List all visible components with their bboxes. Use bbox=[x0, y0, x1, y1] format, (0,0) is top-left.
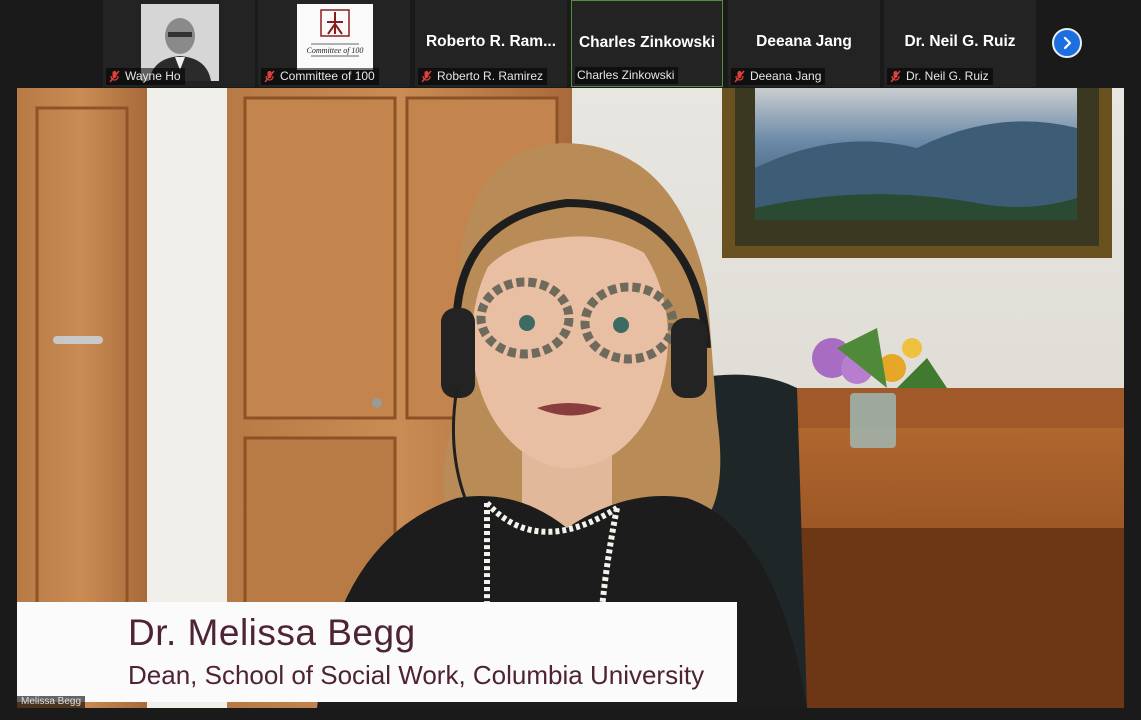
participant-display-name: Dr. Neil G. Ruiz bbox=[904, 33, 1016, 50]
speaker-name-tag: Melissa Begg bbox=[17, 696, 86, 708]
next-page-button[interactable] bbox=[1052, 28, 1082, 58]
lower-third-caption: Dr. Melissa Begg Dean, School of Social … bbox=[17, 602, 737, 702]
participant-display-name: Charles Zinkowski bbox=[578, 34, 716, 51]
microphone-muted-icon bbox=[420, 70, 433, 83]
participant-display-name: Roberto R. Ram... bbox=[425, 33, 557, 50]
participant-name-tag: Committee of 100 bbox=[261, 68, 379, 85]
participant-name-tag: Roberto R. Ramirez bbox=[418, 68, 548, 85]
participant-name: Dr. Neil G. Ruiz bbox=[906, 69, 989, 83]
participant-tile-neil-ruiz[interactable]: Dr. Neil G. Ruiz Dr. Neil G. Ruiz bbox=[884, 0, 1036, 87]
microphone-muted-icon bbox=[889, 70, 902, 83]
participant-strip: Wayne Ho Committee of 100 Committee of 1… bbox=[0, 0, 1141, 88]
participant-tile-committee-of-100[interactable]: Committee of 100 Committee of 100 bbox=[258, 0, 410, 87]
participant-name: Roberto R. Ramirez bbox=[437, 69, 544, 83]
participant-name: Committee of 100 bbox=[280, 69, 375, 83]
participant-name: Deeana Jang bbox=[750, 69, 822, 83]
microphone-muted-icon bbox=[263, 70, 276, 83]
participant-display-name: Deeana Jang bbox=[756, 33, 852, 50]
participant-name-tag: Wayne Ho bbox=[106, 68, 185, 85]
speaker-name: Dr. Melissa Begg bbox=[128, 612, 416, 653]
participant-tile-charles-zinkowski[interactable]: Charles Zinkowski Charles Zinkowski bbox=[571, 0, 723, 87]
svg-text:Committee of 100: Committee of 100 bbox=[307, 46, 364, 55]
participant-name-tag: Charles Zinkowski bbox=[575, 67, 679, 84]
participant-name: Wayne Ho bbox=[125, 69, 181, 83]
participant-name-tag: Dr. Neil G. Ruiz bbox=[887, 68, 993, 85]
microphone-muted-icon bbox=[733, 70, 746, 83]
participant-name-tag: Deeana Jang bbox=[731, 68, 826, 85]
committee-of-100-logo: Committee of 100 bbox=[297, 4, 373, 70]
speaker-video: Dr. Melissa Begg Dean, School of Social … bbox=[17, 88, 1124, 708]
participant-tile-roberto-ramirez[interactable]: Roberto R. Ram... Roberto R. Ramirez bbox=[415, 0, 567, 87]
microphone-muted-icon bbox=[108, 70, 121, 83]
chevron-right-icon bbox=[1063, 36, 1072, 50]
speaker-title: Dean, School of Social Work, Columbia Un… bbox=[128, 660, 705, 690]
participant-tile-wayne-ho[interactable]: Wayne Ho bbox=[103, 0, 255, 87]
participant-name: Charles Zinkowski bbox=[577, 68, 675, 82]
participant-tile-deeana-jang[interactable]: Deeana Jang Deeana Jang bbox=[728, 0, 880, 87]
